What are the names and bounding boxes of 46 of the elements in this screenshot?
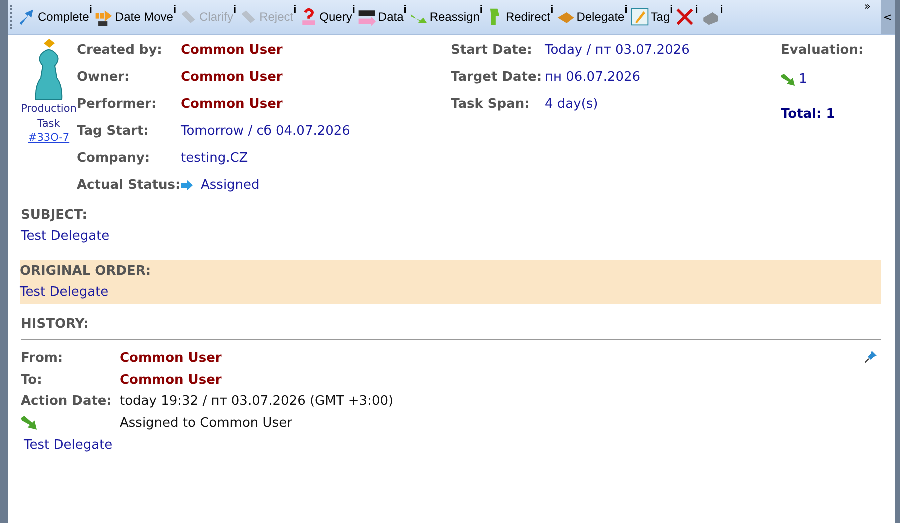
field-label: From: — [21, 350, 64, 368]
field-label: Action Date: — [21, 393, 112, 411]
evaluation-label: Evaluation: — [781, 42, 864, 60]
field-value: Today / пт 03.07.2026 — [545, 42, 691, 60]
overflow-chevron[interactable]: » — [864, 0, 871, 13]
section-heading: SUBJECT: — [21, 207, 88, 225]
field-value: Assigned — [201, 177, 260, 195]
status-arrow-icon — [181, 180, 193, 191]
field-label: Performer: — [77, 96, 158, 114]
pin-icon[interactable] — [865, 350, 878, 363]
field-value: Common User — [120, 372, 222, 390]
toolbar-button[interactable]: i — [699, 2, 724, 32]
field-value: today 19:32 / пт 03.07.2026 (GMT +3:00) — [120, 393, 394, 411]
field-value: Common User — [181, 42, 283, 60]
field-value: testing.CZ — [181, 150, 250, 168]
history-note: Test Delegate — [24, 437, 114, 455]
pencil-icon — [630, 7, 650, 27]
field-value: пн 06.07.2026 — [545, 69, 642, 87]
field-label: Created by: — [77, 42, 164, 60]
close-icon — [675, 7, 696, 27]
field-label: To: — [21, 372, 42, 390]
action-icon — [21, 416, 37, 430]
action-text: Assigned to Common User — [120, 414, 292, 432]
order-text: Test Delegate — [20, 284, 110, 302]
evaluation-total: Total: 1 — [781, 106, 836, 124]
field-label: Target Date: — [451, 69, 541, 87]
field-label: Actual Status: — [77, 177, 177, 195]
collapse-button[interactable]: < — [881, 0, 895, 34]
field-value: Common User — [181, 69, 283, 87]
field-label: Company: — [77, 150, 152, 168]
toolbar-button[interactable]: i — [674, 2, 700, 32]
field-value: Tomorrow / сб 04.07.2026 — [181, 123, 352, 141]
field-value: Common User — [181, 96, 283, 114]
field-label: Tag Start: — [77, 123, 150, 141]
task-type: Production Task — [21, 102, 77, 132]
field-value: Common User — [120, 350, 222, 368]
evaluation-count: 1 — [799, 71, 808, 89]
field-label: Owner: — [77, 69, 131, 87]
subject-text: Test Delegate — [21, 228, 111, 246]
task-number-link[interactable]: #33O-7 — [28, 132, 70, 144]
field-value: 4 day(s) — [545, 96, 600, 114]
evaluation-icon — [781, 74, 795, 86]
field-label: Start Date: — [451, 42, 534, 60]
section-heading: ORIGINAL ORDER: — [20, 263, 152, 281]
field-label: Task Span: — [451, 96, 531, 114]
section-heading: HISTORY: — [21, 314, 881, 340]
